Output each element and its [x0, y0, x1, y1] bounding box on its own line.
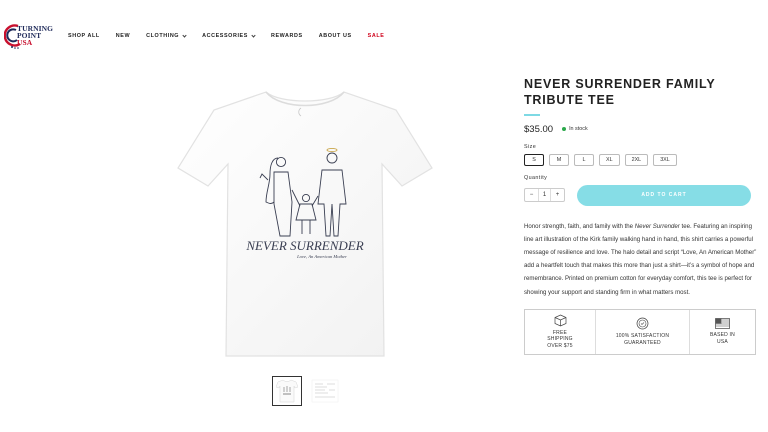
- add-to-cart-button[interactable]: ADD TO CART: [577, 184, 751, 206]
- size-option-xl[interactable]: XL: [599, 153, 620, 166]
- thumbnail-detail[interactable]: [310, 376, 340, 406]
- quantity-label: Quantity: [524, 174, 548, 181]
- badge-satisfaction-line1: 100% SATISFACTION: [615, 333, 670, 340]
- in-stock-dot-icon: [562, 127, 567, 131]
- badge-shipping-line3: OVER $75: [547, 343, 573, 350]
- trust-badges: FREE SHIPPING OVER $75 100% SATISFACTION…: [524, 308, 756, 355]
- t-shirt-image: NEVER SURRENDER Love, An American Mother: [177, 91, 433, 357]
- usa-flag-icon: [715, 318, 730, 329]
- thumbnail-front-image: [276, 379, 298, 403]
- main-nav: SHOP ALL NEW CLOTHING ACCESSORIES REWARDS ABO…: [68, 32, 400, 39]
- description-body: tee. Featuring an inspiring line art ill…: [524, 222, 757, 296]
- quantity-increase-button[interactable]: +: [551, 189, 564, 201]
- box-icon: [554, 314, 566, 327]
- satisfaction-seal-icon: [636, 317, 649, 330]
- nav-item-label: ABOUT US: [318, 33, 352, 39]
- badge-free-shipping: FREE SHIPPING OVER $75: [525, 310, 595, 354]
- badge-usa-line2: USA: [717, 338, 728, 345]
- size-option-m[interactable]: M: [549, 153, 569, 166]
- size-selector: S M L XL 2XL 3XL: [524, 153, 756, 166]
- stock-status: In stock: [569, 126, 588, 132]
- product-price: $35.00: [524, 123, 554, 135]
- quantity-row: − 1 + ADD TO CART: [524, 184, 756, 206]
- badge-usa-line1: BASED IN: [710, 332, 735, 339]
- chevron-down-icon: [182, 32, 187, 38]
- badge-shipping-line1: FREE: [552, 329, 568, 336]
- thumbnail-detail-image: [311, 379, 339, 403]
- nav-item-about-us[interactable]: ABOUT US: [319, 33, 352, 39]
- size-option-3xl[interactable]: 3XL: [653, 153, 677, 166]
- shirt-print-title: NEVER SURRENDER: [245, 238, 363, 253]
- nav-item-label: SHOP ALL: [68, 33, 100, 39]
- nav-item-label: CLOTHING: [146, 33, 180, 39]
- badge-satisfaction: 100% SATISFACTION GUARANTEED: [595, 309, 689, 354]
- badge-satisfaction-line2: GUARANTEED: [624, 339, 661, 346]
- size-option-2xl[interactable]: 2XL: [624, 153, 649, 166]
- nav-item-shop-all[interactable]: SHOP ALL: [68, 33, 100, 39]
- thumbnail-front[interactable]: [272, 376, 302, 406]
- product-info: NEVER SURRENDER FAMILY TRIBUTE TEE $35.0…: [524, 76, 756, 355]
- badge-shipping-line2: SHIPPING: [547, 336, 573, 343]
- size-option-l[interactable]: L: [574, 153, 594, 166]
- product-description: Honor strength, faith, and family with t…: [524, 220, 758, 299]
- nav-item-label: NEW: [115, 33, 131, 39]
- turning-point-usa-logo[interactable]: TURNING POINT USA: [4, 22, 54, 56]
- size-option-s[interactable]: S: [524, 153, 544, 166]
- quantity-value[interactable]: 1: [538, 189, 551, 201]
- size-label: Size: [524, 143, 537, 150]
- nav-item-new[interactable]: NEW: [116, 33, 130, 39]
- title-underline: [524, 114, 540, 116]
- badge-based-in-usa: BASED IN USA: [689, 309, 755, 354]
- site-header: TURNING POINT USA SHOP ALL NEW CLOTHING ACC…: [0, 0, 768, 64]
- nav-item-label: ACCESSORIES: [202, 33, 248, 39]
- product-thumbnails: [272, 376, 340, 406]
- nav-item-label: SALE: [367, 33, 385, 39]
- nav-item-sale[interactable]: SALE: [368, 33, 385, 39]
- product-main-image[interactable]: NEVER SURRENDER Love, An American Mother: [170, 86, 440, 362]
- description-emphasis: Never Surrender: [634, 222, 680, 230]
- nav-item-clothing[interactable]: CLOTHING: [146, 32, 187, 39]
- description-intro: Honor strength, faith, and family with t…: [524, 222, 635, 230]
- logo-wordmark: TURNING POINT USA: [17, 25, 54, 47]
- chevron-down-icon: [251, 32, 256, 38]
- nav-item-rewards[interactable]: REWARDS: [271, 33, 303, 39]
- nav-item-label: REWARDS: [270, 33, 303, 39]
- quantity-decrease-button[interactable]: −: [525, 189, 538, 201]
- nav-item-accessories[interactable]: ACCESSORIES: [202, 32, 256, 39]
- quantity-stepper: − 1 +: [524, 188, 565, 202]
- price-row: $35.00 In stock: [524, 124, 756, 135]
- logo-line-usa: USA: [17, 38, 33, 47]
- product-title: NEVER SURRENDER FAMILY TRIBUTE TEE: [524, 77, 716, 107]
